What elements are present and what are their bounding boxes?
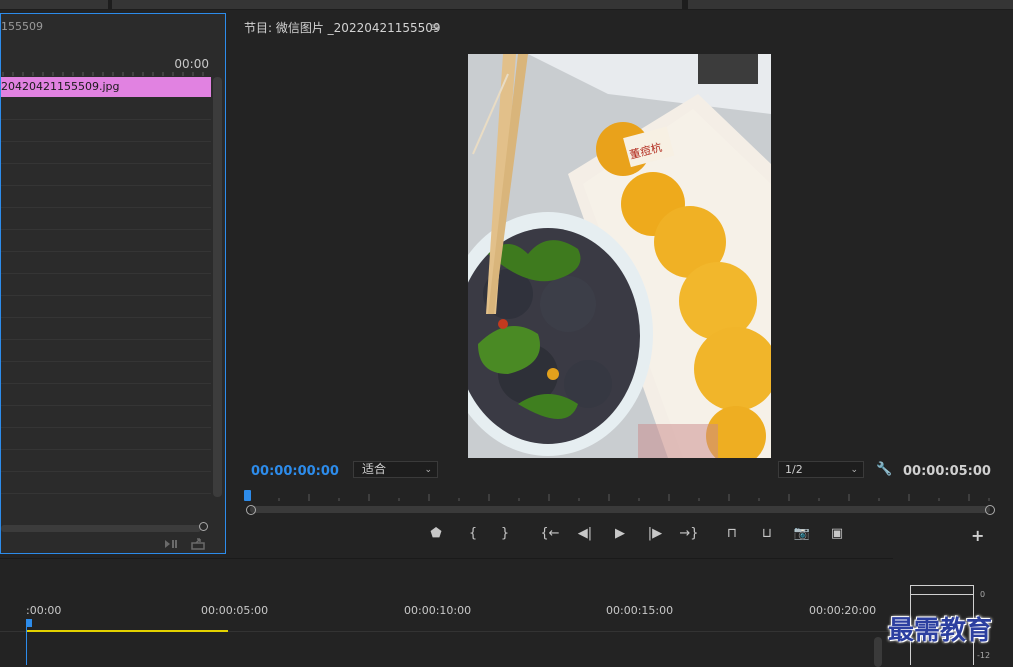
playhead-line [26,625,27,665]
extract-icon: ⊔ [761,526,773,541]
work-area-bar[interactable] [27,630,228,632]
marker-icon: ⬟ [430,526,442,541]
comparison-icon: ▣ [830,526,844,541]
track-divider [1,119,211,120]
track-divider [1,185,211,186]
monitor-zoom-scrollbar[interactable] [250,506,990,513]
hamburger-icon[interactable]: ≡ [430,20,440,34]
track-divider [1,449,211,450]
panel-tab-title[interactable]: 155509 [1,20,43,33]
go-to-out-icon: →} [679,526,699,541]
timeline-timecode-label: 00:00:15:00 [606,604,674,617]
timeline-timecode-label: 00:00:05:00 [201,604,269,617]
top-strip-segment [688,0,1013,9]
track-divider [1,383,211,384]
source-timeline-panel[interactable]: 155509 00:00 20420421155509.jpg [0,13,226,554]
play-button[interactable]: ▶ [608,524,632,544]
camera-icon: 📷 [793,526,811,541]
ruler-timecode: 00:00 [174,57,209,71]
mark-out-button[interactable]: } [493,524,517,544]
track-divider [1,163,211,164]
timeline-timecode-label: 00:00:10:00 [404,604,472,617]
watermark-logo: 最需教育 [888,616,993,646]
zoom-handle[interactable] [199,522,208,531]
food-photo: 董痘杭 [468,54,771,458]
program-monitor-title[interactable]: 节目: 微信图片 _20220421155509 [244,19,441,36]
zoom-handle-left[interactable] [246,505,256,515]
track-divider [1,471,211,472]
track-divider [1,361,211,362]
track-divider [1,339,211,340]
timeline-timecode-label: 00:00:20:00 [809,604,877,617]
lift-icon: ⊓ [726,526,738,541]
time-ruler[interactable] [244,489,994,507]
comparison-view-button[interactable]: ▣ [825,524,849,544]
track-divider [1,229,211,230]
playhead[interactable] [244,490,251,501]
track-divider [1,493,211,494]
insert-icon[interactable] [164,538,178,550]
settings-wrench-icon[interactable]: 🔧 [876,462,892,477]
lift-button[interactable]: ⊓ [720,524,744,544]
top-panel-strip [0,0,1013,10]
current-timecode[interactable]: 00:00:00:00 [251,464,339,479]
program-preview-image: 董痘杭 [468,54,771,458]
meter-peak-line [910,594,974,595]
track-divider [1,427,211,428]
go-to-in-button[interactable]: {← [538,524,562,544]
resolution-dropdown[interactable]: 1/2 ⌄ [778,461,864,478]
step-back-icon: ◀| [577,526,593,541]
meter-scale-label: 0 [980,590,986,599]
vertical-scrollbar[interactable] [213,77,222,497]
track-divider [1,141,211,142]
go-to-out-button[interactable]: →} [677,524,701,544]
timeline-timecode-label: :00:00 [26,604,62,617]
mark-in-icon: { [468,526,478,541]
image-clip[interactable]: 20420421155509.jpg [1,77,211,97]
resolution-dropdown-label: 1/2 [785,463,803,476]
top-strip-segment [112,0,682,9]
horizontal-scrollbar[interactable] [1,525,201,532]
step-back-button[interactable]: ◀| [573,524,597,544]
duration-timecode: 00:00:05:00 [903,464,991,479]
export-icon[interactable] [191,538,205,550]
chevron-down-icon: ⌄ [424,465,432,475]
track-divider [1,405,211,406]
go-to-in-icon: {← [540,526,560,541]
track-divider [1,317,211,318]
meter-scale-label: -12 [977,651,991,660]
timeline-vertical-scrollbar[interactable] [874,637,882,667]
fit-dropdown-label: 适合 [362,462,387,476]
step-forward-button[interactable]: |▶ [643,524,667,544]
time-ruler[interactable] [1,72,211,76]
zoom-handle-right[interactable] [985,505,995,515]
step-forward-icon: |▶ [647,526,663,541]
mark-in-button[interactable]: { [461,524,485,544]
button-editor-add-button[interactable]: + [971,526,984,545]
export-frame-button[interactable]: 📷 [790,524,814,544]
chevron-down-icon: ⌄ [850,465,858,475]
mark-out-icon: } [500,526,510,541]
fit-dropdown[interactable]: 适合 ⌄ [353,461,438,478]
track-divider [1,273,211,274]
extract-button[interactable]: ⊔ [755,524,779,544]
top-strip-segment [0,0,108,9]
sequence-timeline[interactable]: :00:00 00:00:05:00 00:00:10:00 00:00:15:… [0,558,893,667]
track-divider [1,251,211,252]
track-divider [1,295,211,296]
track-divider [1,207,211,208]
play-icon: ▶ [615,526,625,541]
program-monitor-panel[interactable]: 节目: 微信图片 _20220421155509 ≡ 董痘杭 00:00:00:… [230,13,1013,554]
add-marker-button[interactable]: ⬟ [424,524,448,544]
